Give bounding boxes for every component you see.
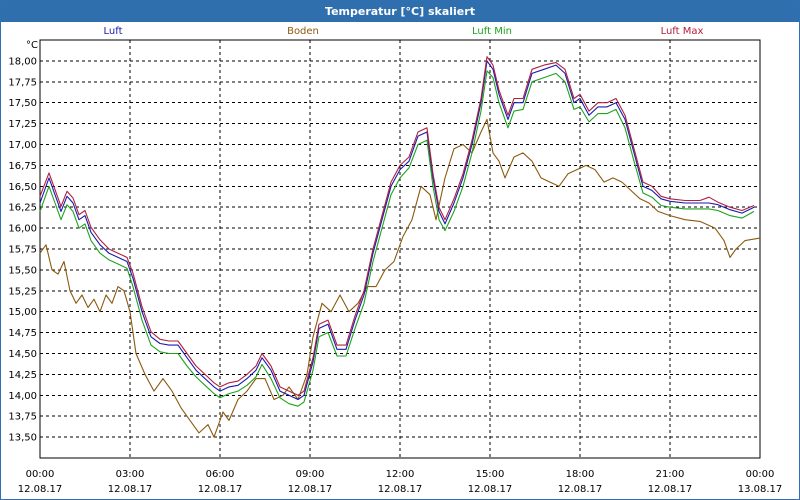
- temperature-chart: Luft Boden Luft Min Luft Max 13,50 13,75 14,0…: [8, 26, 783, 495]
- y-tick-label: 16,50: [8, 182, 37, 193]
- y-tick-label: 14,50: [8, 349, 37, 360]
- y-tick-label: 17,50: [8, 98, 37, 109]
- y-tick-label: 15,50: [8, 265, 37, 276]
- y-tick-label: 17,25: [8, 119, 37, 130]
- y-tick-label: 17,00: [8, 140, 37, 151]
- legend: Luft Boden Luft Min Luft Max: [104, 26, 704, 37]
- x-tick-date-label: 12.08.17: [558, 484, 603, 495]
- x-tick-date-label: 12.08.17: [108, 484, 153, 495]
- legend-entry: Luft Min: [472, 26, 512, 37]
- y-tick-label: 16,25: [8, 203, 37, 214]
- x-tick-date-label: 12.08.17: [648, 484, 693, 495]
- y-axis-unit-label: °C: [26, 40, 38, 51]
- grid: [40, 40, 760, 458]
- x-tick-time-label: 12:00: [386, 469, 415, 480]
- x-tick-labels: 00:00 12.08.17 03:00 12.08.17 06:00 12.08.17 0…: [18, 469, 783, 495]
- y-tick-label: 13,75: [8, 412, 37, 423]
- y-tick-label: 17,75: [8, 77, 37, 88]
- y-tick-label: 15,25: [8, 286, 37, 297]
- series-line-luft: [39, 60, 755, 401]
- x-tick-time-label: 03:00: [116, 469, 145, 480]
- x-tick-time-label: 06:00: [206, 469, 235, 480]
- x-tick-time-label: 18:00: [566, 469, 595, 480]
- series-line-luft-min: [39, 70, 755, 407]
- x-tick-time-label: 15:00: [476, 469, 505, 480]
- legend-entry: Luft Max: [661, 26, 704, 37]
- x-tick-time-label: 21:00: [656, 469, 685, 480]
- y-tick-label: 18,00: [8, 56, 37, 67]
- y-tick-label: 13,50: [8, 433, 37, 444]
- x-tick-date-label: 13.08.17: [738, 484, 783, 495]
- x-tick-date-label: 12.08.17: [288, 484, 333, 495]
- series-line-luft-max: [39, 56, 755, 396]
- x-tick-date-label: 12.08.17: [198, 484, 243, 495]
- x-tick-time-label: 09:00: [296, 469, 325, 480]
- x-tick-date-label: 12.08.17: [378, 484, 423, 495]
- x-tick-date-label: 12.08.17: [468, 484, 513, 495]
- y-tick-label: 15,75: [8, 245, 37, 256]
- y-tick-label: 14,00: [8, 391, 37, 402]
- y-tick-label: 16,75: [8, 161, 37, 172]
- y-tick-label: 16,00: [8, 224, 37, 235]
- y-tick-label: 14,25: [8, 370, 37, 381]
- x-tick-date-label: 12.08.17: [18, 484, 63, 495]
- x-tick-time-label: 00:00: [26, 469, 55, 480]
- y-tick-labels: 13,50 13,75 14,00 14,25 14,50 14,75 15,00 15,25…: [8, 56, 37, 443]
- y-tick-label: 15,00: [8, 307, 37, 318]
- x-tick-time-label: 00:00: [746, 469, 775, 480]
- legend-entry: Boden: [287, 26, 319, 37]
- y-tick-label: 14,75: [8, 328, 37, 339]
- legend-entry: Luft: [104, 26, 123, 37]
